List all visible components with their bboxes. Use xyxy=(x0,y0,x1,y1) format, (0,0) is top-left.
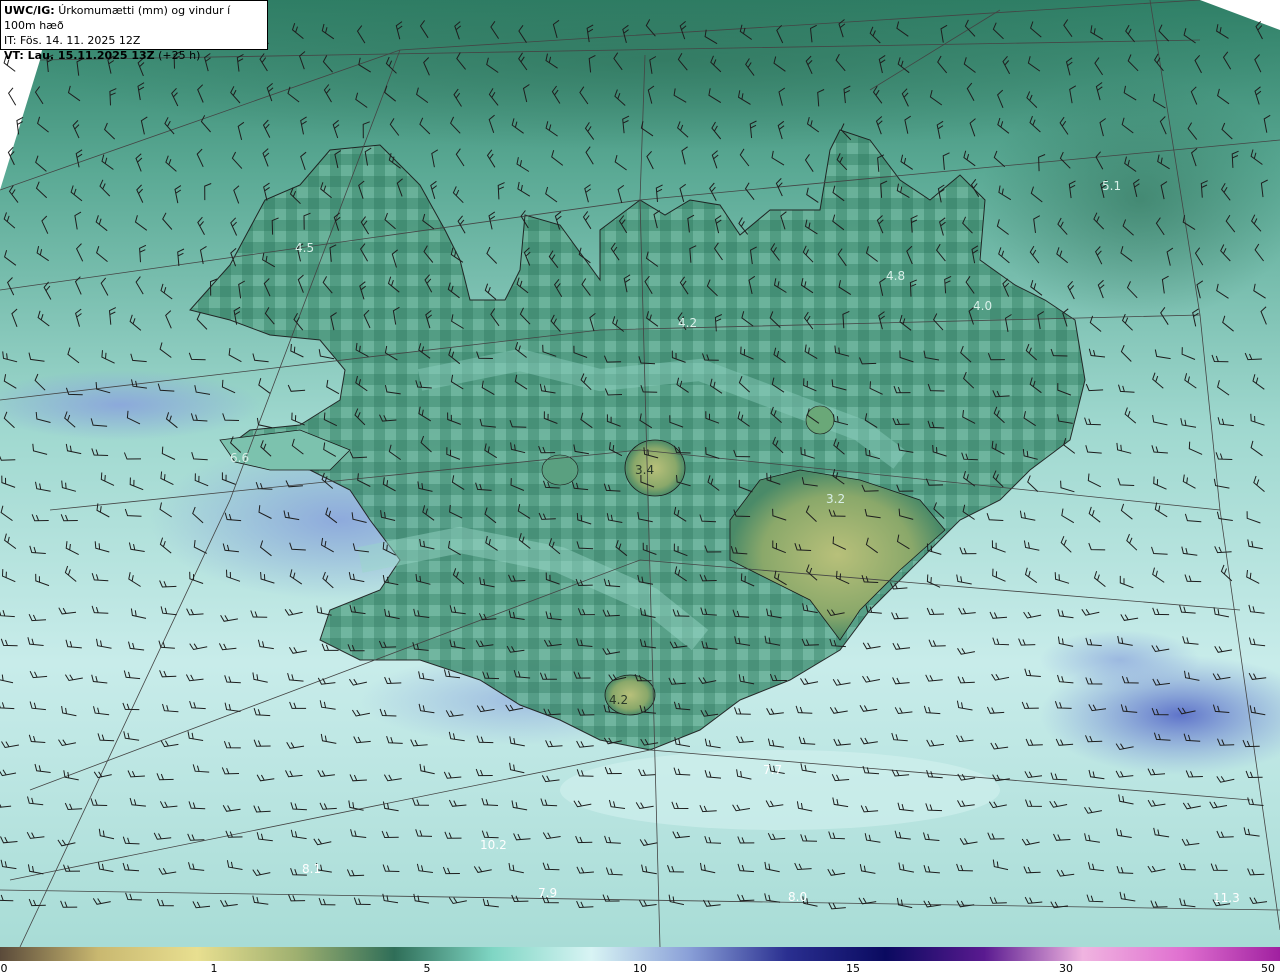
map-label: 4.2 xyxy=(678,316,697,330)
map-title: UWC/IG: Úrkomumætti (mm) og vindur í 100… xyxy=(4,3,264,33)
colorbar-tick: 0 xyxy=(0,962,8,975)
map-label: 8.0 xyxy=(788,890,807,904)
map-label: 3.2 xyxy=(826,492,845,506)
valid-time: VT: Lau. 15.11.2025 13Z xyxy=(4,49,155,62)
colorbar-tick: 5 xyxy=(423,962,431,975)
colorbar-tick: 10 xyxy=(633,962,647,975)
init-time: IT: Fös. 14. 11. 2025 12Z xyxy=(4,34,141,47)
map-label: 4.8 xyxy=(886,269,905,283)
map-label: 4.2 xyxy=(609,693,628,707)
map-header: UWC/IG: Úrkomumætti (mm) og vindur í 100… xyxy=(0,0,268,62)
model-name: UWC/IG: xyxy=(4,4,55,17)
map-label: 4.0 xyxy=(973,299,992,313)
map-label: 8.1 xyxy=(302,862,321,876)
map-label: 10.2 xyxy=(480,838,507,852)
forecast-offset: (+25 h) xyxy=(158,49,201,62)
colorbar-tick: 30 xyxy=(1059,962,1073,975)
map-label: 3.4 xyxy=(635,463,654,477)
precipitation-wind-map[interactable]: 6.6 4.5 5.1 4.8 4.0 4.2 3.4 3.2 4.2 7.7 … xyxy=(0,0,1280,947)
colorbar-legend: 0 1 5 10 15 30 50 xyxy=(0,947,1280,978)
colorbar-tick: 50 xyxy=(1261,962,1275,975)
colorbar-gradient xyxy=(0,947,1280,961)
colorbar-tick: 1 xyxy=(210,962,218,975)
map-label: 5.1 xyxy=(1102,179,1121,193)
colorbar-ticks: 0 1 5 10 15 30 50 xyxy=(0,962,1280,978)
map-label: 6.6 xyxy=(230,451,249,465)
map-label: 11.3 xyxy=(1213,891,1240,905)
map-canvas: 6.6 4.5 5.1 4.8 4.0 4.2 3.4 3.2 4.2 7.7 … xyxy=(0,0,1280,947)
langjokull-glacier xyxy=(624,439,686,497)
map-label: 4.5 xyxy=(295,241,314,255)
map-label: 7.9 xyxy=(538,886,557,900)
map-label: 7.7 xyxy=(763,763,782,777)
colorbar-tick: 15 xyxy=(846,962,860,975)
